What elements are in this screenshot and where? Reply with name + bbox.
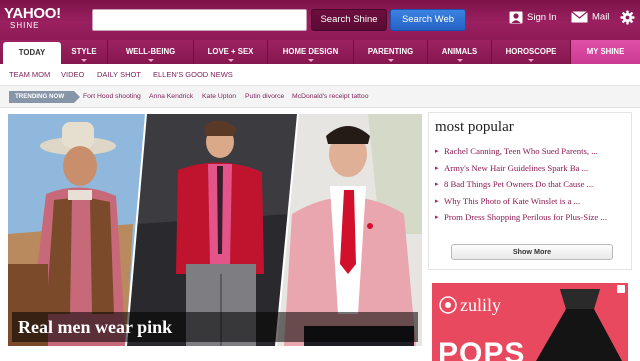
- ad-choices-icon[interactable]: [617, 285, 625, 293]
- mail-link[interactable]: Mail: [571, 11, 609, 23]
- subnav-video[interactable]: VIDEO: [61, 64, 84, 86]
- nav-my-shine[interactable]: MY SHINE: [571, 40, 640, 64]
- subnav-ellens-good-news[interactable]: ELLEN'S GOOD NEWS: [153, 64, 233, 86]
- gear-icon[interactable]: [620, 10, 635, 25]
- trending-item[interactable]: Kate Upton: [202, 86, 236, 108]
- user-icon: [509, 11, 523, 24]
- show-more-button[interactable]: Show More: [451, 244, 613, 260]
- trending-item[interactable]: Putin divorce: [245, 86, 284, 108]
- ad-brand-name: zulily: [460, 295, 501, 315]
- nav-home-design[interactable]: HOME DESIGN: [268, 40, 354, 64]
- nav-label: LOVE + SEX: [207, 47, 254, 56]
- most-popular-module: most popular Rachel Canning, Teen Who Su…: [428, 112, 632, 270]
- popular-item[interactable]: 8 Bad Things Pet Owners Do that Cause ..…: [435, 179, 627, 191]
- main-nav: TODAY STYLE WELL-BEING LOVE + SEX HOME D…: [0, 40, 640, 64]
- subnav-daily-shot[interactable]: DAILY SHOT: [97, 64, 141, 86]
- sign-in-label: Sign In: [527, 12, 557, 24]
- search-web-button[interactable]: Search Web: [390, 9, 466, 31]
- trending-item[interactable]: McDonald's receipt tattoo: [292, 86, 368, 108]
- site-header: YAHOO! SHINE Search Shine Search Web Sig…: [0, 0, 640, 40]
- nav-animals[interactable]: ANIMALS: [428, 40, 492, 64]
- nav-label: WELL-BEING: [125, 47, 176, 56]
- envelope-icon: [571, 11, 588, 23]
- logo-sub-text: SHINE: [10, 21, 40, 30]
- chevron-down-icon: [147, 59, 154, 62]
- nav-parenting[interactable]: PARENTING: [354, 40, 428, 64]
- trending-item[interactable]: Anna Kendrick: [149, 86, 193, 108]
- chevron-down-icon: [227, 59, 234, 62]
- hero-story[interactable]: Real men wear pink: [8, 114, 422, 346]
- nav-label: ANIMALS: [441, 47, 478, 56]
- popular-item[interactable]: Why This Photo of Kate Winslet is a ...: [435, 196, 627, 208]
- subnav-team-mom[interactable]: TEAM MOM: [9, 64, 50, 86]
- search-shine-button[interactable]: Search Shine: [311, 9, 387, 31]
- trending-now-badge: TRENDING NOW: [9, 91, 80, 103]
- chevron-down-icon: [528, 59, 534, 62]
- trending-bar: TRENDING NOW Fort Hood shooting Anna Ken…: [0, 86, 640, 108]
- nav-today[interactable]: TODAY: [3, 42, 61, 64]
- nav-label: HOME DESIGN: [282, 47, 339, 56]
- trending-item[interactable]: Fort Hood shooting: [83, 86, 141, 108]
- hero-headline[interactable]: Real men wear pink: [12, 312, 418, 342]
- popular-item[interactable]: Army's New Hair Guidelines Spark Ba ...: [435, 163, 627, 175]
- nav-label: STYLE: [71, 47, 97, 56]
- nav-label: HOROSCOPE: [505, 47, 557, 56]
- yahoo-shine-logo[interactable]: YAHOO! SHINE: [4, 6, 61, 31]
- zulily-ad[interactable]: zulily POPS: [432, 283, 628, 361]
- nav-style[interactable]: STYLE: [61, 40, 108, 64]
- popular-item[interactable]: Rachel Canning, Teen Who Sued Parents, .…: [435, 146, 627, 158]
- nav-label: PARENTING: [367, 47, 414, 56]
- ad-headline: POPS: [438, 337, 526, 361]
- sub-nav: TEAM MOM VIDEO DAILY SHOT ELLEN'S GOOD N…: [0, 64, 640, 86]
- nav-love-sex[interactable]: LOVE + SEX: [194, 40, 268, 64]
- popular-item[interactable]: Prom Dress Shopping Perilous for Plus-Si…: [435, 212, 627, 224]
- most-popular-list: Rachel Canning, Teen Who Sued Parents, .…: [435, 146, 627, 229]
- chevron-down-icon: [387, 59, 394, 62]
- mail-label: Mail: [592, 11, 610, 23]
- chevron-down-icon: [456, 59, 463, 62]
- chevron-down-icon: [81, 59, 87, 62]
- nav-horoscope[interactable]: HOROSCOPE: [492, 40, 571, 64]
- nav-well-being[interactable]: WELL-BEING: [108, 40, 194, 64]
- search-input[interactable]: [92, 9, 307, 31]
- chevron-down-icon: [307, 59, 314, 62]
- sign-in-link[interactable]: Sign In: [509, 11, 557, 24]
- most-popular-title: most popular: [435, 119, 514, 135]
- logo-main-text: YAHOO!: [4, 5, 61, 22]
